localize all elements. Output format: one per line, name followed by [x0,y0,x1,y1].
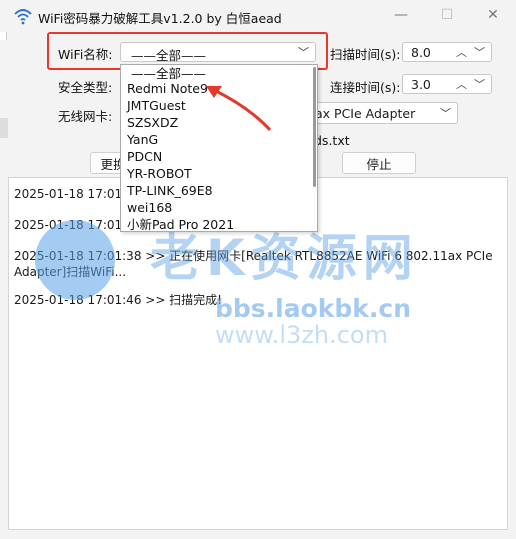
dropdown-scrollbar[interactable] [313,67,316,187]
dropdown-item[interactable]: Redmi Note9 [127,80,208,97]
adapter-value: ax PCIe Adapter [315,106,416,121]
minimize-icon: — [394,7,408,23]
log-line: 2025-01-18 17:01: [14,218,127,232]
dropdown-item[interactable]: wei168 [127,199,172,216]
log-line: 2025-01-18 17:01: [14,187,127,201]
maximize-icon: ☐ [440,7,454,23]
log-line: 2025-01-18 17:01:46 >> 扫描完成! [14,293,222,307]
dropdown-item[interactable]: PDCN [127,148,162,165]
dictionary-file-value: ds.txt [314,133,350,148]
wifi-icon [14,9,32,25]
dropdown-item[interactable]: TP-LINK_69E8 [127,182,213,199]
left-edge-bar [0,118,8,138]
dropdown-item[interactable]: YanG [127,131,158,148]
log-line: 2025-01-18 17:01:38 >> 正在使用网卡[Realtek RT… [14,249,493,263]
scan-time-label: 扫描时间(s): [330,47,401,62]
connect-time-spinbox[interactable]: 3.0 ︿ ﹀ [402,74,492,94]
dropdown-item[interactable]: JMTGuest [127,97,186,114]
log-line: Adapter]扫描WiFi... [14,265,127,279]
scan-time-spinbox[interactable]: 8.0 ︿ ﹀ [402,42,492,62]
chevron-up-icon[interactable]: ︿ [456,44,467,60]
close-icon: ✕ [487,7,499,23]
connect-time-value: 3.0 [411,77,431,92]
stop-button[interactable]: 停止 [342,152,416,174]
chevron-down-icon[interactable]: ﹀ [474,76,485,92]
stop-button-label: 停止 [366,156,392,172]
chevron-up-icon[interactable]: ︿ [456,76,467,92]
chevron-down-icon: ﹀ [440,107,451,120]
security-type-label: 安全类型: [58,80,113,95]
connect-time-label: 连接时间(s): [330,80,401,95]
dropdown-item[interactable]: YR-ROBOT [127,165,192,182]
scan-time-value: 8.0 [411,45,431,60]
title-bar: WiFi密码暴力破解工具v1.2.0 by 白恒aead — ☐ ✕ [0,0,516,32]
annotation-arrow-icon [206,86,272,132]
app-window: WiFi密码暴力破解工具v1.2.0 by 白恒aead — ☐ ✕ WiFi名… [0,0,516,539]
chevron-down-icon[interactable]: ﹀ [474,44,485,60]
maximize-button[interactable]: ☐ [424,0,470,30]
dropdown-item[interactable]: 小新Pad Pro 2021 [127,216,234,233]
dropdown-item[interactable]: SZSXDZ [127,114,178,131]
minimize-button[interactable]: — [378,0,424,30]
left-edge-strip [0,32,7,40]
close-button[interactable]: ✕ [470,0,516,30]
adapter-label: 无线网卡: [58,109,113,124]
window-title: WiFi密码暴力破解工具v1.2.0 by 白恒aead [38,11,282,26]
